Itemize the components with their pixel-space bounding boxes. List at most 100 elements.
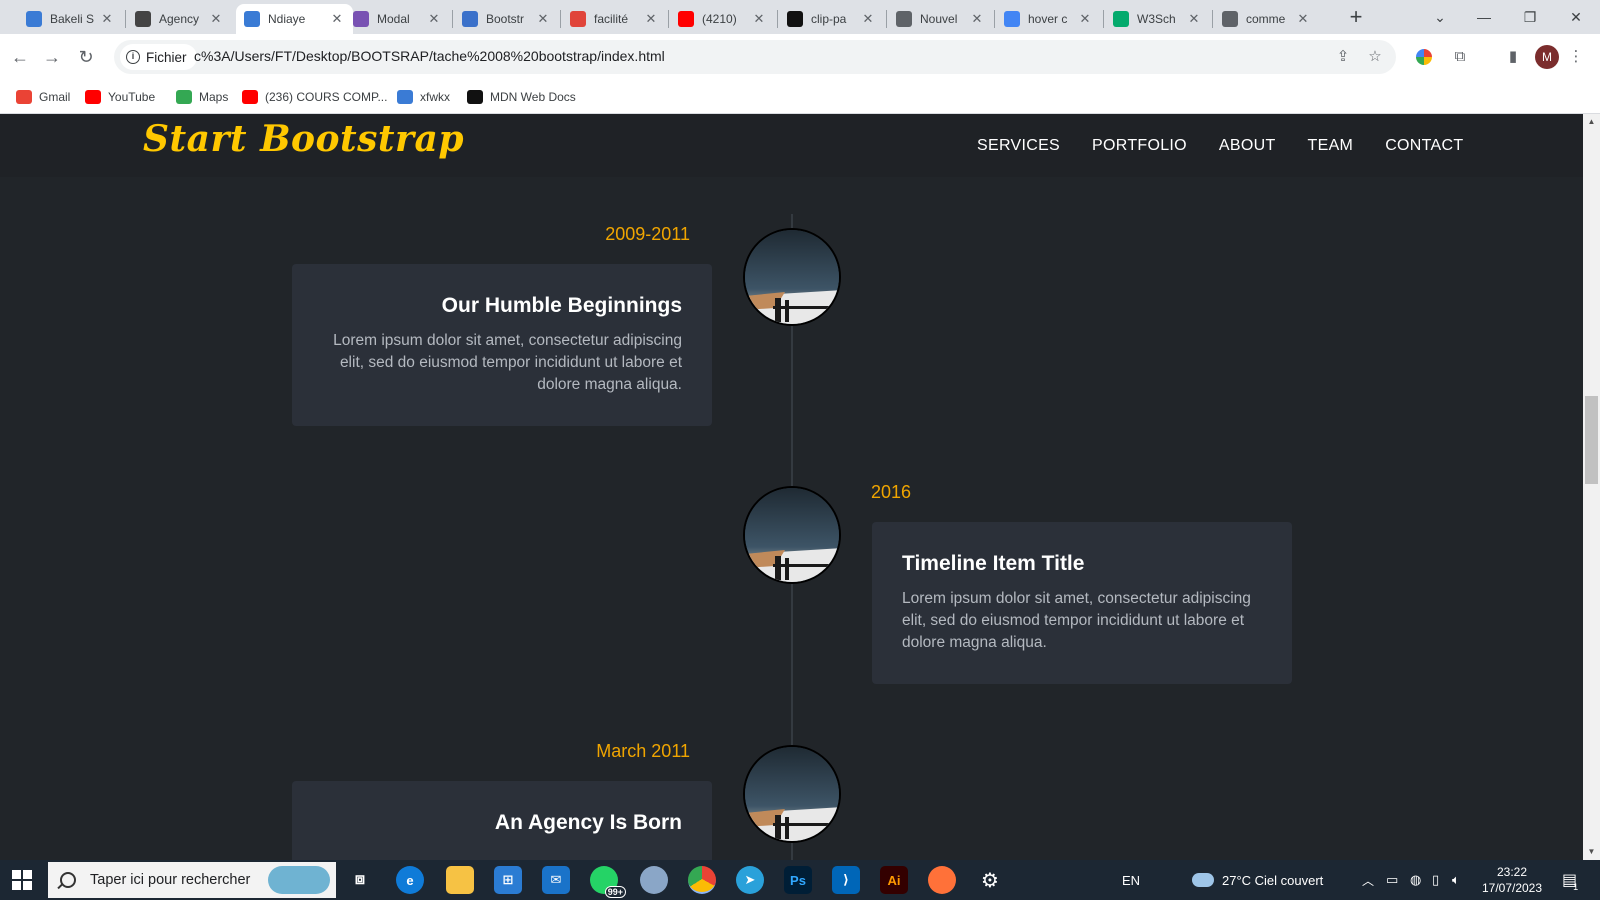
close-tab-icon[interactable]: ✕: [1077, 11, 1093, 27]
browser-tab[interactable]: hover c ✕: [996, 4, 1101, 34]
close-tab-icon[interactable]: ✕: [535, 11, 551, 27]
firefox-icon[interactable]: [928, 866, 956, 894]
browser-tab[interactable]: Nouvel ✕: [888, 4, 993, 34]
bookmark-star-icon[interactable]: ☆: [1366, 48, 1384, 66]
bookmark-item[interactable]: Gmail: [16, 88, 70, 106]
share-icon[interactable]: ⇪: [1334, 48, 1352, 66]
nav-link-services[interactable]: SERVICES: [977, 137, 1060, 155]
bookmark-item[interactable]: YouTube: [85, 88, 155, 106]
browser-tab[interactable]: Bakeli S ✕: [18, 4, 123, 34]
page-scrollbar[interactable]: ▲ ▼: [1583, 114, 1600, 860]
reload-icon[interactable]: ↻: [74, 45, 98, 69]
forward-arrow-icon[interactable]: →: [40, 45, 64, 69]
paint-icon[interactable]: [640, 866, 668, 894]
vscode-icon[interactable]: ⟩: [832, 866, 860, 894]
network-globe-icon[interactable]: ◍: [1410, 860, 1421, 900]
address-bar[interactable]: i Fichier c%3A/Users/FT/Desktop/BOOTSRAP…: [114, 40, 1396, 74]
tab-separator: [668, 10, 669, 28]
new-tab-button[interactable]: +: [1343, 5, 1369, 31]
file-explorer-icon[interactable]: [446, 866, 474, 894]
battery-icon[interactable]: ▭: [1386, 860, 1398, 900]
nav-link-contact[interactable]: CONTACT: [1385, 137, 1463, 155]
close-tab-icon[interactable]: ✕: [751, 11, 767, 27]
photoshop-icon[interactable]: Ps: [784, 866, 812, 894]
minimize-button[interactable]: —: [1462, 4, 1506, 30]
timeline-title: Our Humble Beginnings: [441, 294, 682, 317]
bookmark-label: MDN Web Docs: [490, 90, 576, 104]
browser-tab[interactable]: (4210) ✕: [670, 4, 775, 34]
scroll-down-arrow-icon[interactable]: ▼: [1583, 844, 1600, 860]
browser-tab[interactable]: facilité ✕: [562, 4, 667, 34]
clock[interactable]: 23:22 17/07/2023: [1476, 860, 1548, 900]
language-indicator[interactable]: EN: [1122, 860, 1140, 900]
device-icon[interactable]: ▯: [1432, 860, 1439, 900]
nav-link-about[interactable]: ABOUT: [1219, 137, 1276, 155]
browser-tab[interactable]: Bootstr ✕: [454, 4, 559, 34]
close-tab-icon[interactable]: ✕: [969, 11, 985, 27]
tab-search-chevron-icon[interactable]: ⌄: [1418, 4, 1462, 30]
browser-tab[interactable]: Modal ✕: [345, 4, 450, 34]
mail-icon[interactable]: ✉: [542, 866, 570, 894]
extension-color-icon[interactable]: [1413, 46, 1435, 68]
taskbar-search-box[interactable]: Taper ici pour rechercher: [48, 862, 336, 898]
microsoft-store-icon[interactable]: ⊞: [494, 866, 522, 894]
telegram-icon[interactable]: ➤: [736, 866, 764, 894]
volume-icon[interactable]: 🔈︎: [1452, 860, 1460, 900]
windows-start-icon[interactable]: [12, 870, 32, 890]
tray-chevron-icon[interactable]: ︿: [1362, 860, 1374, 900]
profile-avatar[interactable]: M: [1535, 45, 1559, 69]
browser-tab[interactable]: Ndiaye ✕: [236, 4, 353, 34]
back-arrow-icon[interactable]: ←: [8, 45, 32, 69]
close-tab-icon[interactable]: ✕: [426, 11, 442, 27]
tab-label: (4210): [702, 12, 737, 26]
scroll-up-arrow-icon[interactable]: ▲: [1583, 114, 1600, 130]
close-tab-icon[interactable]: ✕: [1186, 11, 1202, 27]
globe-icon: [1222, 11, 1238, 27]
bookmark-item[interactable]: (236) COURS COMP...: [242, 88, 387, 106]
bootstrap-icon: [353, 11, 369, 27]
close-tab-icon[interactable]: ✕: [208, 11, 224, 27]
url-text[interactable]: c%3A/Users/FT/Desktop/BOOTSRAP/tache%200…: [194, 48, 665, 64]
timeline-date: 2009-2011: [605, 224, 690, 244]
browser-tab[interactable]: clip-pa ✕: [779, 4, 884, 34]
clock-time: 23:22: [1496, 865, 1528, 879]
edge-icon[interactable]: e: [396, 866, 424, 894]
close-tab-icon[interactable]: ✕: [329, 11, 345, 27]
weather-widget[interactable]: 27°C Ciel couvert: [1192, 860, 1323, 900]
site-info-chip[interactable]: i Fichier: [120, 44, 197, 70]
close-tab-icon[interactable]: ✕: [1295, 11, 1311, 27]
task-view-icon[interactable]: ⧈: [346, 866, 374, 894]
tab-strip: Bakeli S ✕ Agency ✕ Ndiaye ✕ Modal ✕ Bootstr ✕ fac…: [0, 0, 1600, 34]
nav-link-team[interactable]: TEAM: [1308, 137, 1354, 155]
bookmark-item[interactable]: MDN Web Docs: [467, 88, 576, 106]
side-panel-icon[interactable]: ▮: [1502, 46, 1524, 68]
browser-tab[interactable]: Agency ✕: [127, 4, 232, 34]
tab-label: Bakeli S: [50, 12, 95, 26]
site-brand[interactable]: Start Bootstrap: [143, 118, 464, 160]
tab-separator: [560, 10, 561, 28]
browser-tab[interactable]: W3Sch ✕: [1105, 4, 1210, 34]
timeline-card: Timeline Item Title Lorem ipsum dolor si…: [872, 522, 1292, 684]
close-tab-icon[interactable]: ✕: [99, 11, 115, 27]
close-tab-icon[interactable]: ✕: [643, 11, 659, 27]
scroll-thumb[interactable]: [1585, 396, 1598, 484]
settings-gear-icon[interactable]: ⚙: [976, 866, 1004, 894]
notification-icon[interactable]: ▤ 1: [1562, 860, 1578, 900]
whatsapp-icon[interactable]: 99+: [590, 866, 626, 898]
illustrator-icon[interactable]: Ai: [880, 866, 908, 894]
bookmark-item[interactable]: xfwkx: [397, 88, 450, 106]
extensions-puzzle-icon[interactable]: ⧉: [1449, 46, 1471, 68]
timeline-card: An Agency Is Born: [292, 781, 712, 860]
nav-link-portfolio[interactable]: PORTFOLIO: [1092, 137, 1187, 155]
close-tab-icon[interactable]: ✕: [860, 11, 876, 27]
browser-tab[interactable]: comme ✕: [1214, 4, 1319, 34]
chrome-icon[interactable]: [688, 866, 716, 894]
search-icon: [60, 872, 76, 888]
close-window-button[interactable]: ✕: [1554, 4, 1598, 30]
notification-count: 1: [1573, 882, 1579, 892]
restore-button[interactable]: ❐: [1508, 4, 1552, 30]
bakeli-icon: [26, 11, 42, 27]
tab-label: hover c: [1028, 12, 1068, 26]
more-menu-icon[interactable]: ⋮: [1565, 46, 1587, 68]
bookmark-item[interactable]: Maps: [176, 88, 228, 106]
